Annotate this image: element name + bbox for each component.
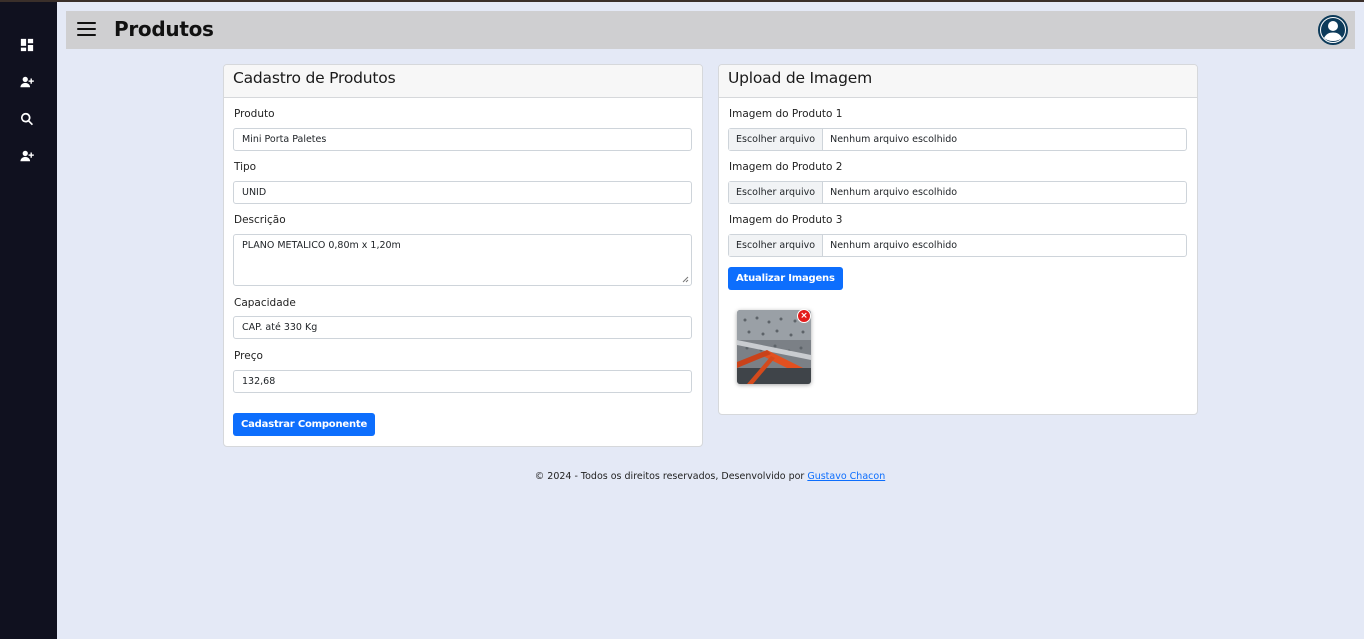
descricao-label: Descrição bbox=[234, 214, 286, 226]
cadastrar-componente-button[interactable]: Cadastrar Componente bbox=[233, 413, 376, 436]
resize-grip-icon[interactable] bbox=[682, 276, 689, 283]
sidebar bbox=[0, 2, 57, 639]
top-header: Produtos bbox=[66, 11, 1355, 49]
footer: © 2024 - Todos os direitos reservados, D… bbox=[0, 471, 1364, 482]
search-icon[interactable] bbox=[19, 111, 35, 127]
capacidade-input[interactable]: CAP. até 330 Kg bbox=[233, 316, 692, 339]
hamburger-menu-icon[interactable] bbox=[77, 22, 96, 38]
descricao-textarea[interactable]: PLANO METALICO 0,80m x 1,20m bbox=[233, 234, 692, 286]
tipo-input[interactable]: UNID bbox=[233, 181, 692, 204]
file-status: Nenhum arquivo escolhido bbox=[830, 134, 958, 145]
product-form-card: Cadastro de Produtos Produto Mini Porta … bbox=[223, 64, 703, 447]
add-user-icon[interactable] bbox=[19, 148, 35, 164]
preco-label: Preço bbox=[234, 350, 263, 362]
produto-label: Produto bbox=[234, 108, 275, 120]
file-status: Nenhum arquivo escolhido bbox=[830, 240, 958, 251]
top-border bbox=[0, 0, 1364, 2]
imagem-3-file-input[interactable]: Escolher arquivo Nenhum arquivo escolhid… bbox=[728, 234, 1187, 257]
product-form-title: Cadastro de Produtos bbox=[224, 65, 702, 98]
capacidade-label: Capacidade bbox=[234, 297, 296, 309]
add-user-icon[interactable] bbox=[19, 74, 35, 90]
choose-file-button[interactable]: Escolher arquivo bbox=[729, 129, 824, 150]
atualizar-imagens-button[interactable]: Atualizar Imagens bbox=[728, 267, 843, 290]
choose-file-button[interactable]: Escolher arquivo bbox=[729, 182, 824, 203]
user-avatar-icon[interactable] bbox=[1318, 15, 1348, 45]
file-status: Nenhum arquivo escolhido bbox=[830, 187, 958, 198]
footer-text: © 2024 - Todos os direitos reservados, D… bbox=[534, 471, 808, 482]
remove-image-button[interactable]: × bbox=[797, 309, 811, 323]
produto-input[interactable]: Mini Porta Paletes bbox=[233, 128, 692, 151]
page-title: Produtos bbox=[114, 17, 214, 41]
upload-title: Upload de Imagem bbox=[719, 65, 1197, 98]
preco-input[interactable]: 132,68 bbox=[233, 370, 692, 393]
imagem-2-file-input[interactable]: Escolher arquivo Nenhum arquivo escolhid… bbox=[728, 181, 1187, 204]
imagem-1-label: Imagem do Produto 1 bbox=[729, 108, 843, 120]
image-upload-card: Upload de Imagem Imagem do Produto 1 Esc… bbox=[718, 64, 1198, 415]
descricao-value: PLANO METALICO 0,80m x 1,20m bbox=[242, 240, 401, 251]
tipo-label: Tipo bbox=[234, 161, 257, 173]
developer-link[interactable]: Gustavo Chacon bbox=[807, 471, 885, 482]
imagem-2-label: Imagem do Produto 2 bbox=[729, 161, 843, 173]
imagem-1-file-input[interactable]: Escolher arquivo Nenhum arquivo escolhid… bbox=[728, 128, 1187, 151]
imagem-3-label: Imagem do Produto 3 bbox=[729, 214, 843, 226]
dashboard-icon[interactable] bbox=[19, 37, 35, 53]
choose-file-button[interactable]: Escolher arquivo bbox=[729, 235, 824, 256]
